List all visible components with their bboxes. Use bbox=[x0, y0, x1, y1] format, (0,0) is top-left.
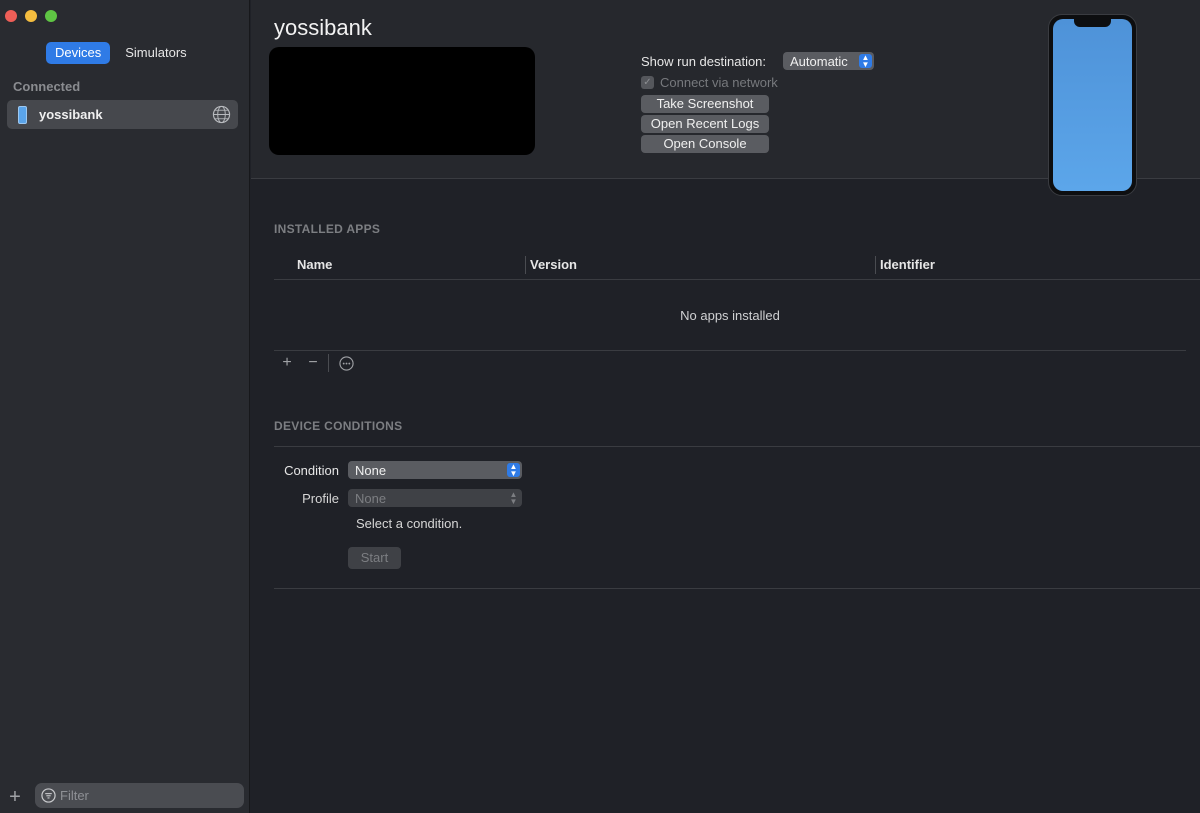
page-title: yossibank bbox=[274, 15, 372, 40]
tab-simulators[interactable]: Simulators bbox=[116, 42, 195, 64]
apps-table-header: Name Version Identifier bbox=[274, 252, 1200, 280]
device-type-segmented-control: Devices Simulators bbox=[46, 42, 196, 64]
profile-label: Profile bbox=[302, 491, 339, 506]
open-console-button[interactable]: Open Console bbox=[641, 135, 769, 153]
chevron-updown-icon: ▲ ▼ bbox=[507, 463, 520, 478]
filter-icon bbox=[41, 788, 56, 803]
condition-select[interactable]: None ▲ ▼ bbox=[348, 461, 522, 479]
column-version[interactable]: Version bbox=[530, 257, 577, 272]
tab-devices[interactable]: Devices bbox=[46, 42, 111, 64]
device-preview-image bbox=[1048, 14, 1137, 196]
sidebar: Devices Simulators Connected yossibank + bbox=[0, 0, 250, 813]
divider bbox=[274, 446, 1200, 447]
chevron-updown-icon: ▲ ▼ bbox=[859, 54, 872, 69]
column-separator[interactable] bbox=[525, 256, 526, 274]
sidebar-item-device[interactable]: yossibank bbox=[7, 100, 238, 129]
connect-via-network-row: ✓ Connect via network bbox=[641, 75, 778, 90]
add-device-icon[interactable]: + bbox=[0, 787, 30, 807]
connected-section-label: Connected bbox=[13, 79, 81, 94]
condition-hint: Select a condition. bbox=[356, 516, 463, 531]
more-options-icon[interactable] bbox=[339, 355, 354, 371]
redacted-device-info bbox=[269, 47, 535, 155]
iphone-icon bbox=[18, 105, 27, 124]
add-app-button[interactable]: + bbox=[274, 354, 300, 372]
column-identifier[interactable]: Identifier bbox=[880, 257, 935, 272]
device-conditions-title: DEVICE CONDITIONS bbox=[274, 419, 403, 433]
filter-field[interactable] bbox=[35, 783, 244, 808]
window-controls bbox=[5, 10, 57, 22]
globe-icon bbox=[212, 105, 231, 124]
device-name: yossibank bbox=[39, 107, 103, 122]
main-panel: yossibank Show run destination: Automati… bbox=[251, 0, 1200, 813]
condition-value: None bbox=[355, 462, 387, 478]
run-destination-value: Automatic bbox=[790, 53, 848, 69]
device-header: yossibank Show run destination: Automati… bbox=[251, 0, 1200, 196]
close-window-button[interactable] bbox=[5, 10, 17, 22]
profile-value: None bbox=[355, 490, 387, 506]
device-notch bbox=[1074, 19, 1111, 27]
remove-app-button[interactable]: − bbox=[300, 354, 326, 372]
filter-input[interactable] bbox=[60, 788, 230, 803]
open-recent-logs-button[interactable]: Open Recent Logs bbox=[641, 115, 769, 133]
toolbar-divider bbox=[328, 354, 329, 372]
run-destination-label: Show run destination: bbox=[641, 54, 767, 69]
run-destination-select[interactable]: Automatic ▲ ▼ bbox=[783, 52, 874, 70]
apps-empty-message: No apps installed bbox=[274, 281, 1186, 351]
profile-select[interactable]: None ▲ ▼ bbox=[348, 489, 522, 507]
chevron-updown-icon: ▲ ▼ bbox=[509, 490, 518, 506]
condition-label: Condition bbox=[284, 463, 339, 478]
connect-via-network-label: Connect via network bbox=[660, 75, 778, 90]
installed-apps-title: INSTALLED APPS bbox=[274, 222, 381, 236]
take-screenshot-button[interactable]: Take Screenshot bbox=[641, 95, 769, 113]
start-button[interactable]: Start bbox=[348, 547, 401, 569]
sidebar-footer: + bbox=[0, 781, 250, 813]
column-separator[interactable] bbox=[875, 256, 876, 274]
device-screen bbox=[1053, 19, 1132, 191]
divider bbox=[274, 588, 1200, 589]
column-name[interactable]: Name bbox=[297, 257, 332, 272]
apps-table-toolbar: + − bbox=[274, 352, 354, 374]
minimize-window-button[interactable] bbox=[25, 10, 37, 22]
zoom-window-button[interactable] bbox=[45, 10, 57, 22]
connect-via-network-checkbox[interactable]: ✓ bbox=[641, 76, 654, 89]
